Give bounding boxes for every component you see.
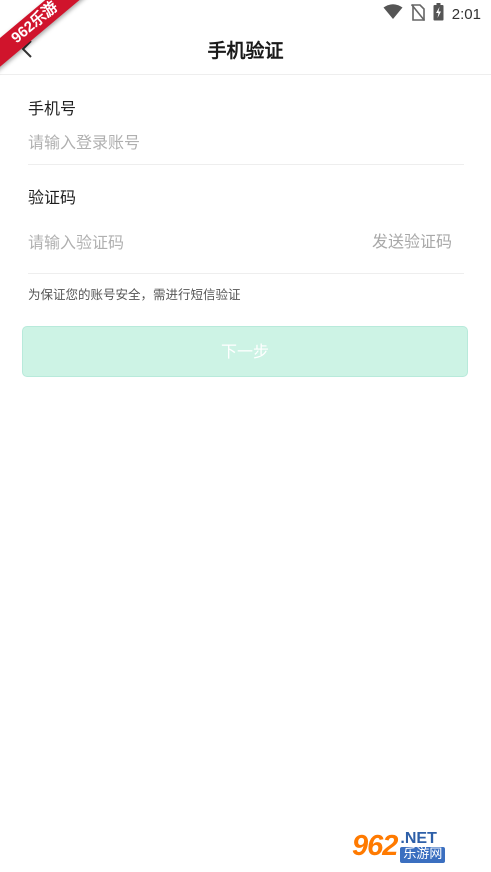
code-label: 验证码 bbox=[28, 188, 77, 207]
status-time: 2:01 bbox=[451, 5, 481, 23]
watermark-name: 乐游网 bbox=[400, 846, 446, 863]
watermark-text: .NET 乐游网 bbox=[400, 829, 446, 863]
no-sim-icon bbox=[410, 3, 425, 25]
wifi-icon bbox=[383, 4, 403, 24]
code-input[interactable] bbox=[28, 229, 328, 255]
watermark: 962 .NET 乐游网 bbox=[352, 826, 488, 866]
watermark-net: .NET bbox=[400, 829, 437, 847]
phone-input[interactable] bbox=[28, 129, 464, 155]
security-hint: 为保证您的账号安全，需进行短信验证 bbox=[28, 287, 241, 302]
next-button[interactable]: 下一步 bbox=[22, 326, 468, 377]
send-code-button[interactable]: 发送验证码 bbox=[372, 231, 452, 253]
phone-label: 手机号 bbox=[28, 99, 77, 118]
battery-charging-icon bbox=[433, 3, 444, 25]
status-icons: 2:01 bbox=[383, 3, 481, 25]
divider bbox=[28, 273, 464, 274]
nav-bar: 手机验证 bbox=[0, 28, 491, 75]
watermark-logo: 962 bbox=[352, 830, 398, 862]
page-title: 手机验证 bbox=[207, 40, 284, 62]
divider bbox=[28, 164, 464, 165]
